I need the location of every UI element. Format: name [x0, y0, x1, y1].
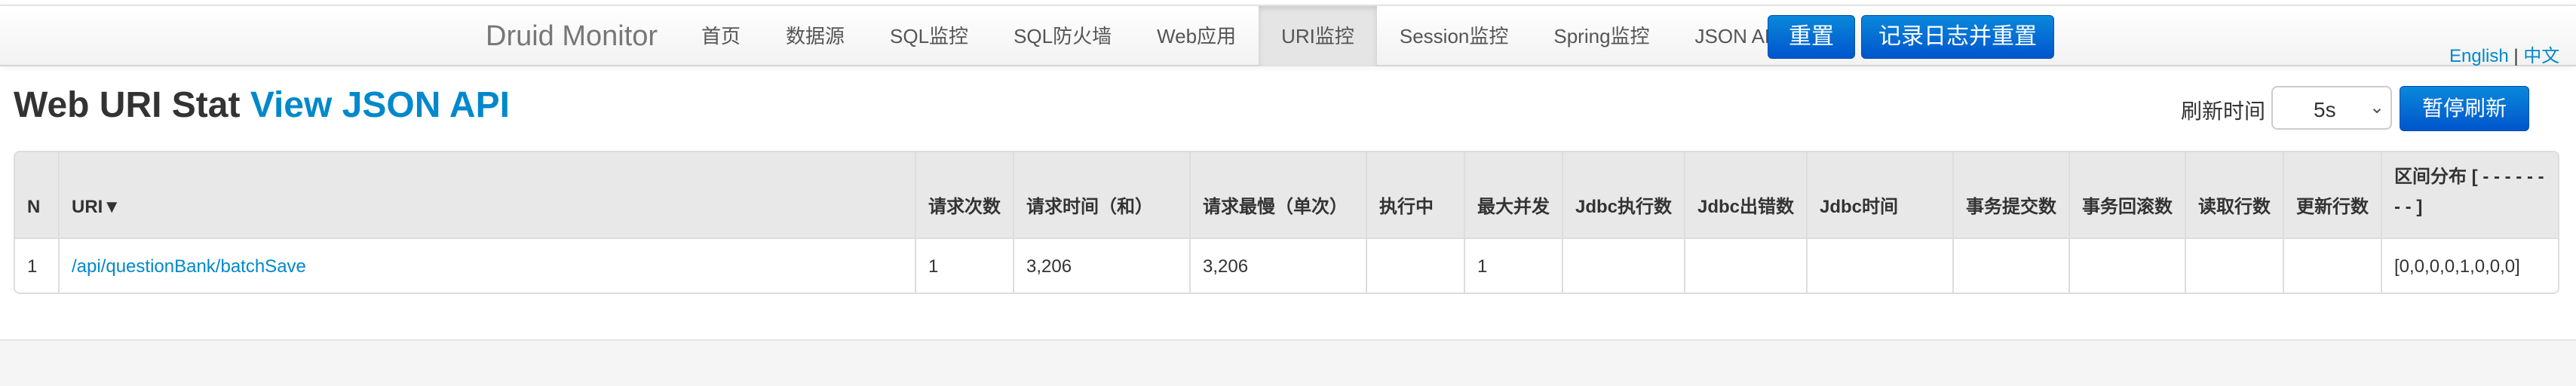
column-header-jdbc-execute[interactable]: Jdbc执行数 — [1562, 152, 1685, 238]
nav-item-sql[interactable]: SQL监控 — [867, 6, 991, 66]
page-title-text: Web URI Stat — [14, 85, 241, 125]
lang-separator: | — [2513, 46, 2519, 66]
column-header-tx-commit[interactable]: 事务提交数 — [1952, 152, 2069, 238]
column-header-concurrent-max[interactable]: 最大并发 — [1464, 152, 1562, 238]
cell-uri-link[interactable]: /api/questionBank/batchSave — [58, 237, 915, 293]
column-header-histogram: 区间分布 [ - - - - - - - - ] — [2381, 152, 2558, 238]
nav-item-home[interactable]: 首页 — [679, 6, 763, 66]
refresh-label: 刷新时间 — [2181, 100, 2266, 123]
column-header-tx-rollback[interactable]: 事务回滚数 — [2068, 152, 2185, 238]
language-switch: English | 中文 — [2449, 41, 2559, 67]
column-header-running[interactable]: 执行中 — [1366, 152, 1464, 238]
cell-request-time-max: 3,206 — [1189, 237, 1366, 293]
top-border — [0, 0, 2576, 6]
cell-tx-commit — [1952, 237, 2069, 293]
column-header-n: N — [15, 152, 59, 238]
nav-item-spring[interactable]: Spring监控 — [1531, 6, 1672, 66]
lang-chinese-link[interactable]: 中文 — [2523, 46, 2559, 66]
column-header-request-count[interactable]: 请求次数 — [915, 152, 1014, 238]
cell-jdbc-execute — [1562, 237, 1685, 293]
chevron-down-icon: ⌄ — [2369, 97, 2385, 118]
table-header-row: N URI▼ 请求次数 请求时间（和） 请求最慢（单次） 执行中 最大并发 Jd… — [15, 152, 2558, 238]
view-json-api-link[interactable]: View JSON API — [250, 85, 510, 125]
cell-update-rows — [2283, 237, 2381, 293]
nav-item-wall[interactable]: SQL防火墙 — [991, 6, 1134, 66]
lang-english-link[interactable]: English — [2449, 46, 2509, 66]
navbar: Druid Monitor 首页 数据源 SQL监控 SQL防火墙 Web应用 … — [0, 6, 2576, 66]
cell-request-time-sum: 3,206 — [1013, 237, 1190, 293]
nav-item-datasource[interactable]: 数据源 — [763, 6, 867, 66]
cell-running — [1366, 237, 1464, 293]
refresh-interval-select[interactable]: 5s ⌄ — [2271, 86, 2392, 130]
cell-request-count: 1 — [915, 237, 1014, 293]
column-header-jdbc-time[interactable]: Jdbc时间 — [1806, 152, 1953, 238]
brand-logo[interactable]: Druid Monitor — [486, 6, 658, 66]
nav-item-session[interactable]: Session监控 — [1377, 6, 1532, 66]
cell-fetch-rows — [2185, 237, 2283, 293]
table-row: 1 /api/questionBank/batchSave 1 3,206 3,… — [15, 237, 2558, 293]
column-header-update-rows[interactable]: 更新行数 — [2283, 152, 2381, 238]
cell-n: 1 — [15, 237, 59, 293]
refresh-interval-value: 5s — [2314, 98, 2336, 121]
column-header-request-time-sum[interactable]: 请求时间（和） — [1013, 152, 1190, 238]
cell-tx-rollback — [2068, 237, 2185, 293]
cell-jdbc-error — [1684, 237, 1807, 293]
column-header-uri[interactable]: URI▼ — [58, 152, 915, 238]
footer-bar — [0, 339, 2576, 386]
cell-concurrent-max: 1 — [1464, 237, 1562, 293]
nav-item-weburi[interactable]: URI监控 — [1259, 6, 1377, 66]
nav-item-webapp[interactable]: Web应用 — [1134, 6, 1259, 66]
column-header-jdbc-error[interactable]: Jdbc出错数 — [1684, 152, 1807, 238]
cell-histogram: [0,0,0,0,1,0,0,0] — [2381, 237, 2558, 293]
page-title: Web URI Stat View JSON API — [14, 84, 510, 126]
column-header-request-time-max[interactable]: 请求最慢（单次） — [1189, 152, 1366, 238]
column-header-fetch-rows[interactable]: 读取行数 — [2185, 152, 2283, 238]
reset-button[interactable]: 重置 — [1768, 15, 1855, 59]
cell-jdbc-time — [1806, 237, 1953, 293]
pause-refresh-button[interactable]: 暂停刷新 — [2400, 86, 2529, 131]
nav-menu: 首页 数据源 SQL监控 SQL防火墙 Web应用 URI监控 Session监… — [679, 6, 1806, 66]
log-and-reset-button[interactable]: 记录日志并重置 — [1861, 15, 2054, 59]
uri-stat-table: N URI▼ 请求次数 请求时间（和） 请求最慢（单次） 执行中 最大并发 Jd… — [14, 151, 2559, 294]
